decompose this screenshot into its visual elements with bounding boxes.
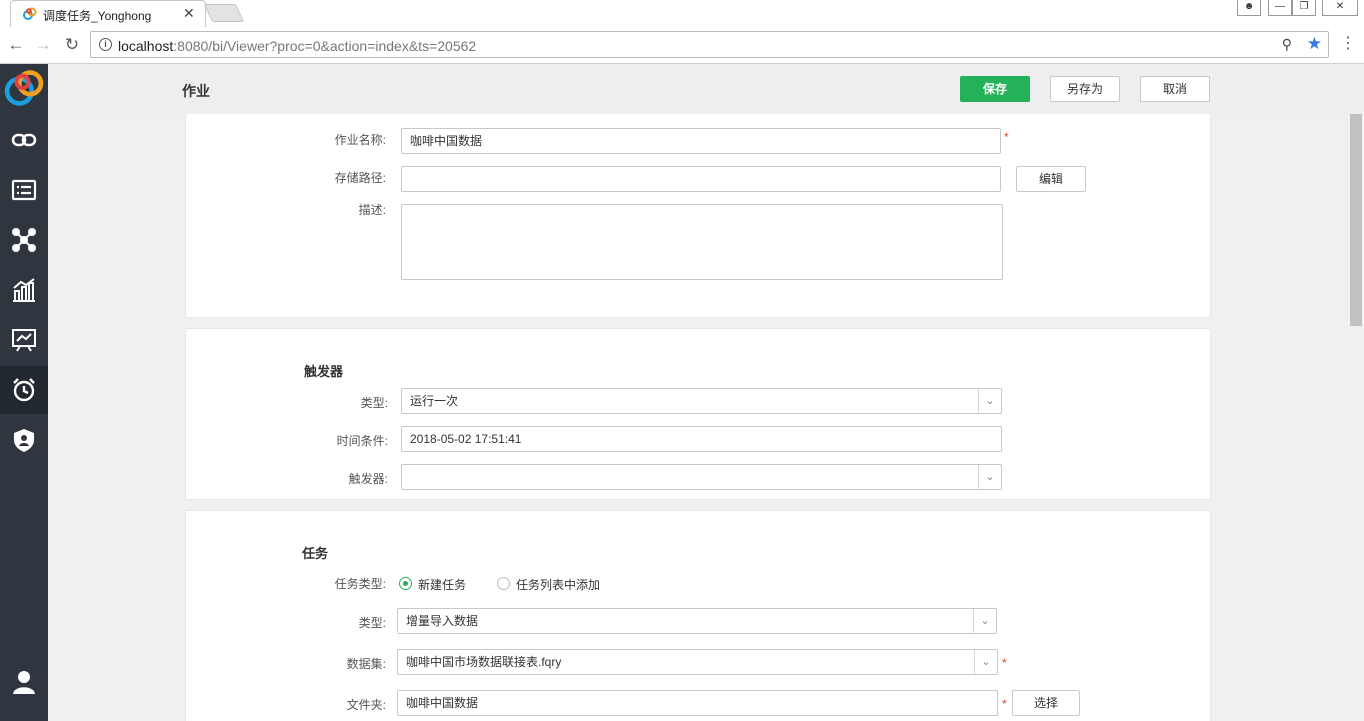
trigger-type-value: 运行一次 <box>410 394 459 408</box>
sidebar-item-presentation[interactable] <box>0 316 48 364</box>
url-input[interactable]: i localhost:8080/bi/Viewer?proc=0&action… <box>90 31 1329 58</box>
sidebar-item-link[interactable] <box>0 116 48 164</box>
task-section-title: 任务 <box>302 546 329 561</box>
job-info-panel: 作业名称: 咖啡中国数据 * 存储路径: 编辑 描述: <box>185 114 1211 318</box>
cancel-button[interactable]: 取消 <box>1140 76 1210 102</box>
storage-path-label: 存储路径: <box>334 171 386 185</box>
required-mark: * <box>1002 697 1007 711</box>
task-kind-select[interactable]: 增量导入数据 ⌄ <box>397 608 997 634</box>
new-tab-button[interactable] <box>203 4 245 22</box>
folder-label: 文件夹: <box>346 698 386 712</box>
back-arrow-icon[interactable]: ← <box>5 35 27 55</box>
info-icon[interactable]: i <box>99 38 112 51</box>
save-button[interactable]: 保存 <box>960 76 1030 102</box>
choose-folder-button[interactable]: 选择 <box>1012 690 1080 716</box>
dataset-value: 咖啡中国市场数据联接表.fqry <box>406 655 562 669</box>
browser-tab[interactable]: 调度任务_Yonghong ✕ <box>10 0 206 27</box>
description-textarea[interactable] <box>401 204 1003 280</box>
chevron-down-icon[interactable]: ⌄ <box>978 465 1001 489</box>
task-type-label: 任务类型: <box>334 577 386 591</box>
scrollbar-thumb[interactable] <box>1350 114 1362 326</box>
page-scrollbar[interactable] <box>1348 114 1364 721</box>
required-mark: * <box>1004 130 1009 144</box>
task-panel: 任务 任务类型: 新建任务 任务列表中添加 类型: 增量导入数据 ⌄ 数据集: … <box>185 510 1211 721</box>
radio-new-task[interactable] <box>399 577 412 590</box>
presentation-icon <box>12 329 36 352</box>
chevron-down-icon[interactable]: ⌄ <box>973 609 996 633</box>
key-icon[interactable]: ⚲ <box>1282 36 1292 53</box>
chevron-down-icon[interactable]: ⌄ <box>978 389 1001 413</box>
alarm-clock-icon <box>13 378 35 402</box>
tab-close-icon[interactable]: ✕ <box>183 5 195 22</box>
trigger-label: 触发器: <box>348 472 388 486</box>
restore-icon[interactable]: ❐ <box>1292 0 1316 16</box>
reload-icon[interactable]: ↻ <box>61 35 83 55</box>
window-close-icon[interactable]: ✕ <box>1322 0 1358 16</box>
profile-icon[interactable]: ☻ <box>1237 0 1261 16</box>
network-icon <box>12 228 36 252</box>
user-icon <box>13 671 35 694</box>
sidebar-logo[interactable] <box>0 64 48 112</box>
radio-from-list-label[interactable]: 任务列表中添加 <box>516 576 600 593</box>
dataset-select[interactable]: 咖啡中国市场数据联接表.fqry ⌄ <box>397 649 998 675</box>
dataset-label: 数据集: <box>346 657 386 671</box>
time-condition-label: 时间条件: <box>336 434 388 448</box>
trigger-type-label: 类型: <box>360 396 388 410</box>
shield-user-icon <box>14 429 34 452</box>
browser-menu-icon[interactable]: ⋮ <box>1340 33 1356 53</box>
page-title: 作业 <box>182 83 210 99</box>
logo-icon <box>4 70 44 106</box>
yonghong-favicon-icon <box>23 7 37 20</box>
radio-from-list[interactable] <box>497 577 510 590</box>
sidebar-item-user[interactable] <box>0 658 48 706</box>
address-bar: ← → ↻ i localhost:8080/bi/Viewer?proc=0&… <box>0 27 1364 64</box>
bookmark-star-icon[interactable]: ★ <box>1307 34 1322 54</box>
task-kind-value: 增量导入数据 <box>406 614 479 628</box>
job-name-label: 作业名称: <box>334 133 386 147</box>
time-condition-input[interactable]: 2018-05-02 17:51:41 <box>401 426 1002 452</box>
sidebar-item-list[interactable] <box>0 166 48 214</box>
browser-tabbar: 调度任务_Yonghong ✕ ☻ — ❐ ✕ <box>0 0 1364 27</box>
sidebar-item-chart[interactable] <box>0 266 48 314</box>
url-text: localhost:8080/bi/Viewer?proc=0&action=i… <box>118 38 477 54</box>
trigger-panel: 触发器 类型: 运行一次 ⌄ 时间条件: 2018-05-02 17:51:41… <box>185 328 1211 500</box>
page-header: 作业 保存 另存为 取消 <box>48 64 1364 114</box>
content-area: 作业名称: 咖啡中国数据 * 存储路径: 编辑 描述: 触发器 类型: 运行一次… <box>48 114 1348 721</box>
minimize-icon[interactable]: — <box>1268 0 1292 16</box>
folder-input[interactable]: 咖啡中国数据 <box>397 690 998 716</box>
trigger-type-select[interactable]: 运行一次 ⌄ <box>401 388 1002 414</box>
chevron-down-icon[interactable]: ⌄ <box>974 650 997 674</box>
required-mark: * <box>1002 656 1007 670</box>
task-kind-label: 类型: <box>358 616 386 630</box>
app-sidebar <box>0 64 48 721</box>
trigger-select[interactable]: ⌄ <box>401 464 1002 490</box>
trigger-section-title: 触发器 <box>304 364 344 379</box>
edit-path-button[interactable]: 编辑 <box>1016 166 1086 192</box>
chart-icon <box>13 278 35 302</box>
list-icon <box>11 179 37 201</box>
storage-path-input[interactable] <box>401 166 1001 192</box>
sidebar-item-network[interactable] <box>0 216 48 264</box>
save-as-button[interactable]: 另存为 <box>1050 76 1120 102</box>
link-icon <box>11 133 37 147</box>
radio-new-task-label[interactable]: 新建任务 <box>418 576 466 593</box>
job-name-input[interactable]: 咖啡中国数据 <box>401 128 1001 154</box>
tab-title: 调度任务_Yonghong <box>43 9 152 23</box>
forward-arrow-icon[interactable]: → <box>32 35 54 55</box>
sidebar-item-schedule[interactable] <box>0 366 48 414</box>
description-label: 描述: <box>358 203 386 217</box>
sidebar-item-security[interactable] <box>0 416 48 464</box>
